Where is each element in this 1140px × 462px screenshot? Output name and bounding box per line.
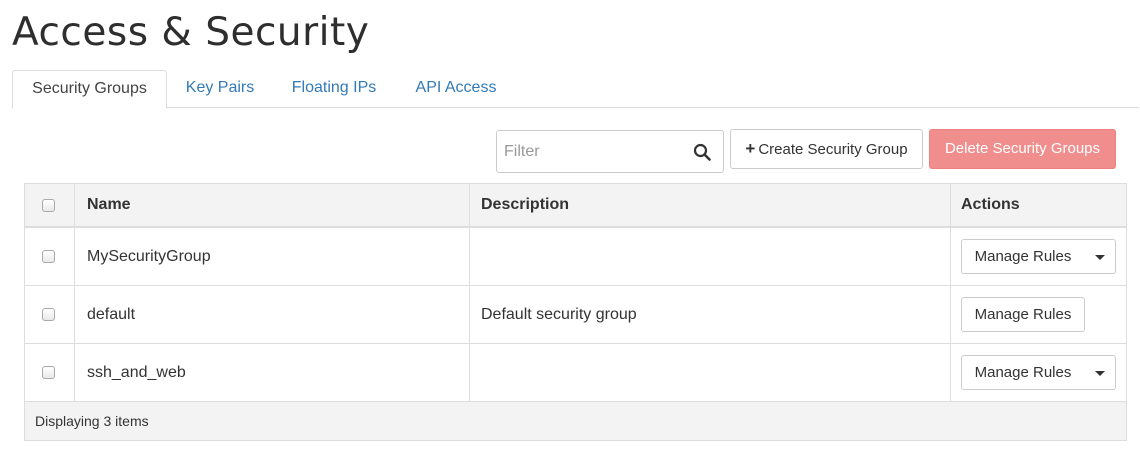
row-name: default	[87, 306, 136, 323]
row-name: MySecurityGroup	[87, 248, 211, 265]
tab-api-access[interactable]: API Access	[402, 70, 510, 108]
delete-security-groups-label: Delete Security Groups	[944, 140, 1101, 157]
create-security-group-button[interactable]: + Create Security Group	[730, 129, 923, 169]
filter-input[interactable]	[497, 131, 683, 172]
select-all-checkbox[interactable]	[42, 199, 55, 212]
tab-bar: Security Groups Key Pairs Floating IPs A…	[12, 70, 1139, 109]
row-checkbox[interactable]	[42, 308, 55, 321]
manage-rules-button[interactable]: Manage Rules	[961, 239, 1085, 274]
tab-floating-ips[interactable]: Floating IPs	[278, 70, 390, 108]
caret-down-icon	[1095, 255, 1105, 260]
row-name: ssh_and_web	[87, 364, 186, 381]
tab-security-groups[interactable]: Security Groups	[12, 70, 167, 109]
manage-rules-button[interactable]: Manage Rules	[961, 297, 1085, 332]
column-header-description[interactable]: Description	[481, 184, 569, 228]
item-count: Displaying 3 items	[35, 413, 149, 429]
create-security-group-label: Create Security Group	[758, 141, 908, 158]
column-divider	[950, 184, 951, 402]
row-actions-dropdown[interactable]	[1084, 355, 1116, 390]
table-row: MySecurityGroup Manage Rules	[25, 228, 1126, 286]
row-checkbox[interactable]	[42, 250, 55, 263]
plus-icon: +	[745, 139, 756, 158]
column-divider	[469, 184, 470, 402]
row-description: Default security group	[481, 306, 637, 323]
manage-rules-button[interactable]: Manage Rules	[961, 355, 1085, 390]
column-header-name[interactable]: Name	[87, 184, 131, 228]
table-header: Name Description Actions	[25, 184, 1126, 228]
row-checkbox[interactable]	[42, 366, 55, 379]
caret-down-icon	[1095, 371, 1105, 376]
page-title: Access & Security	[12, 10, 370, 55]
column-header-actions: Actions	[961, 196, 1020, 213]
security-groups-table: Name Description Actions MySecurityGroup…	[24, 183, 1127, 441]
delete-security-groups-button[interactable]: Delete Security Groups	[929, 129, 1116, 169]
row-actions-dropdown[interactable]	[1084, 239, 1116, 274]
table-footer: Displaying 3 items	[25, 402, 1126, 440]
search-icon[interactable]	[693, 143, 711, 161]
tab-key-pairs[interactable]: Key Pairs	[172, 70, 268, 108]
filter-field[interactable]	[496, 130, 724, 173]
table-row: default Default security group Manage Ru…	[25, 286, 1126, 344]
table-row: ssh_and_web Manage Rules	[25, 344, 1126, 402]
column-divider	[74, 184, 75, 402]
